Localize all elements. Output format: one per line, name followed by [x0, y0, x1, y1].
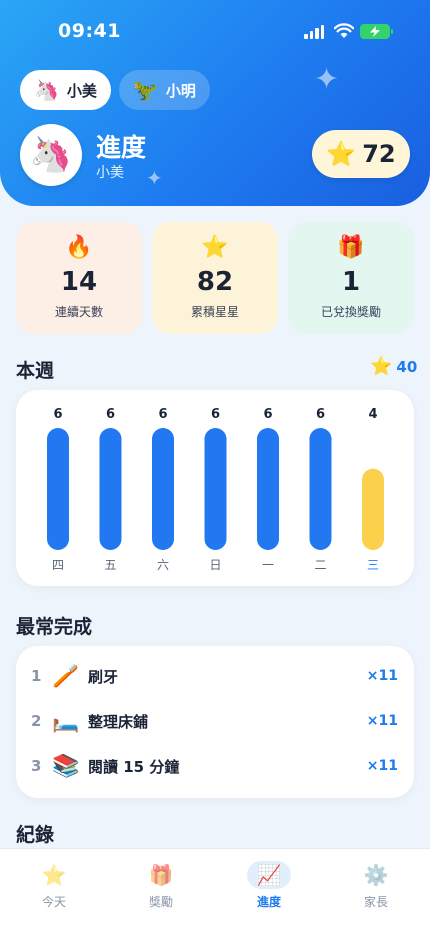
- tab-label: 獎勵: [148, 895, 173, 909]
- stat-card-total-stars: ⭐ 82 累積星星: [152, 222, 278, 334]
- stat-label: 已兌換獎勵: [320, 304, 381, 319]
- week-section-title: 本週: [16, 360, 55, 382]
- status-bar: 09:41: [0, 0, 430, 60]
- tab-today[interactable]: ⭐ 今天: [14, 861, 94, 910]
- sparkle-icon: ✦: [146, 166, 163, 190]
- star-icon: ⭐: [326, 140, 357, 168]
- stat-label: 連續天數: [54, 304, 103, 319]
- list-item: 1 🪥 刷牙 ×11: [16, 654, 414, 698]
- page-title: 進度: [96, 133, 147, 162]
- star-balance-badge: ⭐ 72: [312, 130, 410, 178]
- tab-label: 今天: [41, 895, 66, 909]
- gear-icon: ⚙️: [363, 863, 389, 887]
- sparkle-icon: ✦: [314, 62, 340, 97]
- unicorn-icon: 🦄: [34, 78, 59, 102]
- stat-card-redeemed: 🎁 1 已兌換獎勵: [288, 222, 414, 334]
- rank-number: 2: [31, 712, 42, 730]
- chart-bar: [152, 428, 174, 550]
- chart-data-label: 6: [158, 407, 167, 422]
- profile-tab-xiaoming[interactable]: 🦖 小明: [118, 70, 210, 110]
- profile-tab-label: 小明: [165, 81, 196, 100]
- tab-label: 家長: [363, 895, 388, 909]
- stat-value: 14: [60, 266, 98, 297]
- stat-card-streak: 🔥 14 連續天數: [16, 222, 142, 334]
- chart-tick-label: 四: [52, 558, 64, 572]
- chart-bar: [257, 428, 279, 550]
- week-total-value: 40: [396, 357, 418, 376]
- star-icon: ⭐: [41, 863, 67, 887]
- stat-label: 累積星星: [190, 304, 239, 319]
- chart-tick-label: 一: [262, 558, 274, 572]
- chart-data-label: 6: [211, 407, 220, 422]
- star-balance: 72: [362, 140, 396, 168]
- rank-number: 1: [31, 667, 42, 685]
- stat-value: 1: [341, 266, 361, 297]
- tab-parents[interactable]: ⚙️ 家長: [336, 861, 416, 910]
- avatar: 🦄: [20, 124, 82, 186]
- week-bar-chart: 6 四 6 五 6 六 6 日 6 一 6 二 4 三: [47, 407, 384, 572]
- task-count: ×11: [366, 668, 398, 684]
- chart-bar: [362, 468, 384, 550]
- tab-progress[interactable]: 📈 進度: [229, 861, 309, 910]
- star-icon: ⭐: [370, 356, 393, 377]
- fire-icon: 🔥: [65, 234, 93, 260]
- stat-value: 82: [196, 266, 234, 297]
- chart-bar: [204, 428, 227, 550]
- list-item: 2 🛏️ 整理床鋪 ×11: [16, 699, 414, 743]
- records-title: 紀錄: [16, 824, 55, 846]
- chart-up-icon: 📈: [247, 861, 291, 889]
- task-name: 閱讀 15 分鐘: [88, 757, 180, 776]
- chart-bar: [99, 428, 122, 550]
- profile-tab-xiaomei[interactable]: 🦄 小美: [20, 70, 111, 110]
- tab-label: 進度: [256, 895, 281, 909]
- unicorn-icon: 🦄: [29, 135, 73, 175]
- gift-icon: 🎁: [337, 234, 365, 260]
- week-chart-card: 6 四 6 五 6 六 6 日 6 一 6 二 4 三: [16, 390, 414, 586]
- stats-row: 🔥 14 連續天數 ⭐ 82 累積星星 🎁 1 已兌換獎勵: [16, 222, 414, 334]
- list-item: 3 📚 閱讀 15 分鐘 ×11: [16, 744, 414, 788]
- task-count: ×11: [366, 713, 398, 729]
- chart-tick-label: 六: [157, 558, 169, 572]
- books-icon: 📚: [52, 753, 80, 779]
- chart-bar: [309, 428, 332, 550]
- bed-icon: 🛏️: [52, 708, 80, 734]
- status-time: 09:41: [58, 20, 121, 42]
- dinosaur-icon: 🦖: [132, 78, 158, 102]
- chart-tick-label: 日: [209, 558, 221, 572]
- top-tasks-card: 1 🪥 刷牙 ×11 2 🛏️ 整理床鋪 ×11 3 📚 閱讀 15 分鐘 ×1…: [16, 646, 414, 798]
- rank-number: 3: [31, 757, 42, 775]
- wifi-icon: [334, 23, 354, 38]
- toothbrush-icon: 🪥: [52, 663, 80, 689]
- chart-data-label: 6: [53, 407, 62, 422]
- bottom-tab-bar: ⭐ 今天 🎁 獎勵 📈 進度 ⚙️ 家長: [0, 848, 430, 934]
- gift-icon: 🎁: [148, 863, 174, 887]
- chart-tick-label: 三: [367, 558, 379, 572]
- chart-data-label: 6: [106, 407, 115, 422]
- top-tasks-title: 最常完成: [16, 616, 93, 638]
- chart-data-label: 6: [316, 407, 325, 422]
- header-hero: 09:41 ✦ ✦ 🦄 小美 🦖 小明 🦄 進度 小美 ⭐ 72: [0, 0, 430, 206]
- task-count: ×11: [366, 758, 398, 774]
- chart-bar: [47, 428, 69, 550]
- task-name: 刷牙: [88, 667, 119, 686]
- star-icon: ⭐: [201, 234, 229, 260]
- chart-tick-label: 二: [314, 558, 326, 572]
- chart-data-label: 4: [368, 407, 377, 422]
- tab-rewards[interactable]: 🎁 獎勵: [121, 861, 201, 910]
- task-name: 整理床鋪: [88, 712, 149, 731]
- chart-data-label: 6: [263, 407, 272, 422]
- week-star-total: ⭐ 40: [370, 356, 417, 377]
- profile-tab-label: 小美: [66, 81, 97, 100]
- cellular-signal-icon: [304, 25, 324, 39]
- chart-tick-label: 五: [104, 558, 116, 572]
- battery-charging-icon: [360, 24, 393, 39]
- profile-switcher: 🦄 小美 🦖 小明: [20, 70, 210, 110]
- page-subtitle: 小美: [96, 165, 124, 181]
